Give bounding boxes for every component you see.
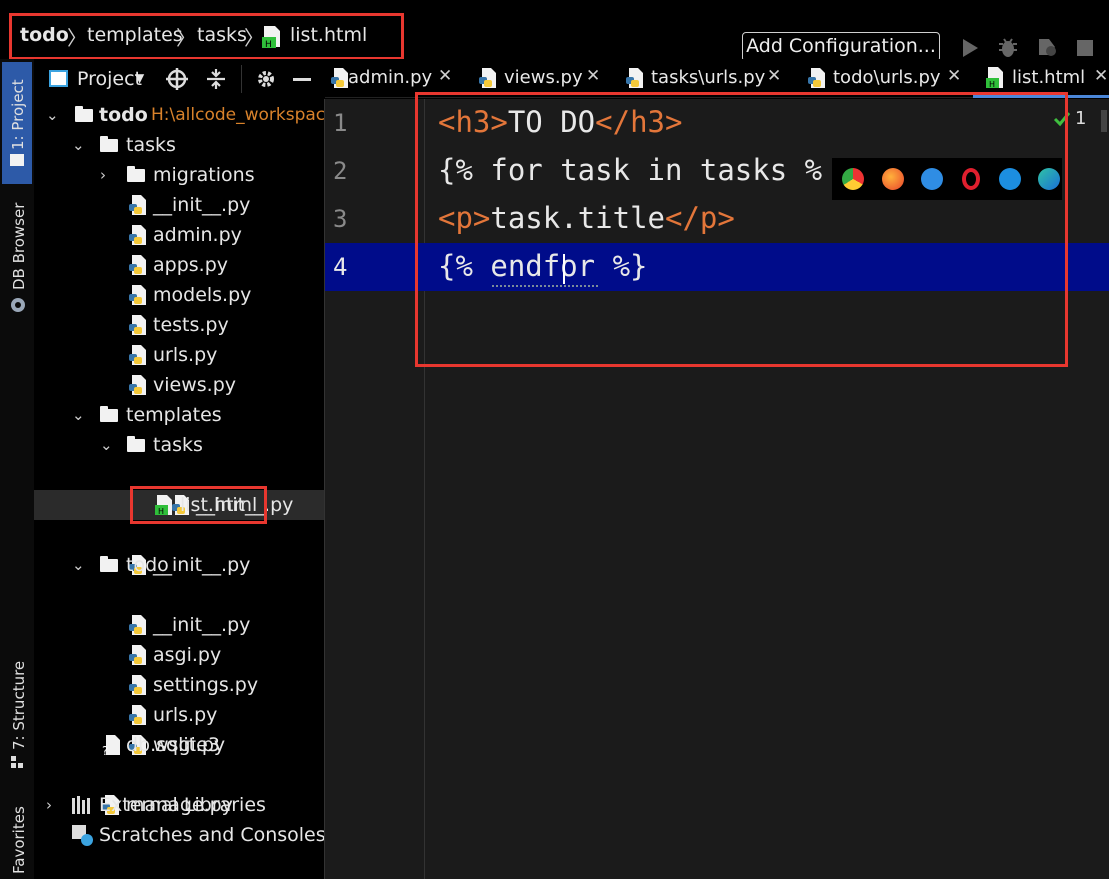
python-file-icon <box>129 285 146 305</box>
close-icon[interactable]: ✕ <box>947 66 961 86</box>
highlight-list-html <box>130 486 267 524</box>
python-file-icon <box>129 255 146 275</box>
scratches-icon <box>72 825 93 846</box>
structure-tool-button[interactable]: 7: Structure <box>10 661 28 750</box>
database-icon <box>11 298 25 312</box>
hide-panel-icon[interactable] <box>293 78 311 81</box>
python-file-icon <box>626 68 643 88</box>
python-file-icon <box>129 675 146 695</box>
close-icon[interactable]: ✕ <box>1094 66 1108 86</box>
tree-item-todo-root[interactable]: ⌄ todo H:\allcode_workspac <box>34 100 325 130</box>
python-file-icon <box>129 705 146 725</box>
python-file-icon <box>331 68 348 88</box>
coverage-icon[interactable] <box>1036 36 1058 58</box>
editor-scrollbar[interactable] <box>1101 110 1107 132</box>
python-file-icon <box>129 315 146 335</box>
close-icon[interactable]: ✕ <box>767 66 781 86</box>
database-file-icon: ? <box>102 735 120 755</box>
project-tool-button[interactable]: 1: Project <box>2 62 32 184</box>
highlight-breadcrumb <box>9 13 404 60</box>
add-configuration-button[interactable]: Add Configuration... <box>742 32 940 62</box>
folder-icon <box>10 154 24 166</box>
project-view-icon <box>49 70 68 87</box>
debug-icon[interactable] <box>997 36 1019 58</box>
close-icon[interactable]: ✕ <box>438 66 452 86</box>
menu-strip <box>0 0 1109 12</box>
stop-icon[interactable] <box>1077 40 1093 56</box>
python-file-icon <box>129 345 146 365</box>
structure-icon <box>11 756 23 768</box>
gear-icon[interactable] <box>255 68 277 90</box>
favorites-tool-button[interactable]: Favorites <box>10 806 28 874</box>
line-number: 2 <box>333 157 348 185</box>
python-file-icon <box>808 68 825 88</box>
line-number: 3 <box>333 205 348 233</box>
line-number: 1 <box>333 109 348 137</box>
library-icon <box>72 796 90 814</box>
python-file-icon <box>129 195 146 215</box>
svg-text:?: ? <box>102 744 108 755</box>
collapse-all-icon[interactable] <box>206 68 226 90</box>
python-file-icon <box>129 645 146 665</box>
locate-icon[interactable] <box>166 68 188 90</box>
line-number: 4 <box>333 253 348 281</box>
inspection-count: 1 <box>1075 108 1087 129</box>
chevron-down-icon[interactable]: ▼ <box>135 71 144 85</box>
project-tool-label: 1: Project <box>9 79 27 150</box>
project-view-selector[interactable]: Project <box>77 68 142 90</box>
run-icon[interactable] <box>960 38 980 58</box>
python-file-icon <box>479 68 496 88</box>
project-panel-header: Project ▼ <box>34 59 325 99</box>
python-file-icon <box>129 615 146 635</box>
python-file-icon <box>129 225 146 245</box>
close-icon[interactable]: ✕ <box>586 66 600 86</box>
highlight-code <box>415 92 1068 367</box>
html-file-icon: H <box>986 67 1003 89</box>
svg-text:H: H <box>989 80 995 89</box>
db-browser-tool-button[interactable]: DB Browser <box>10 203 28 290</box>
python-file-icon <box>129 375 146 395</box>
header-divider <box>241 65 242 93</box>
project-path: H:\allcode_workspac <box>151 105 326 125</box>
